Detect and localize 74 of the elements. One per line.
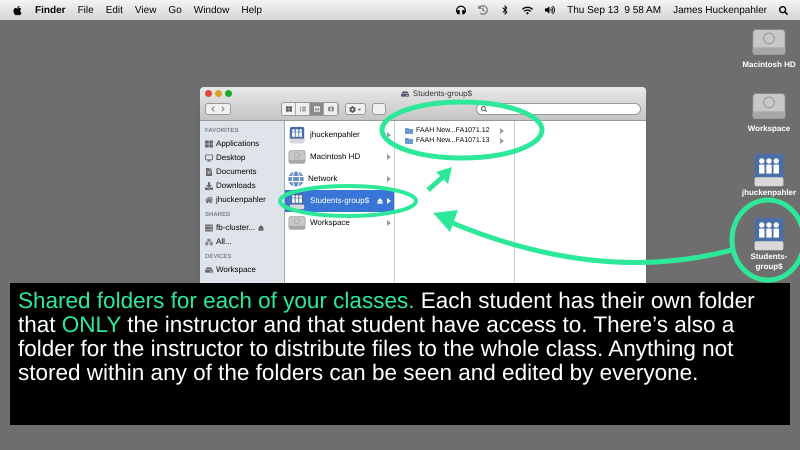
sidebar-item[interactable]: Downloads [216,180,256,192]
globe-icon [288,171,304,187]
bluetooth-icon[interactable] [500,5,510,15]
network-icon [205,238,213,246]
house-icon [205,196,213,204]
download-icon [205,182,213,190]
eject-icon[interactable] [377,198,383,204]
desktop-icon-label[interactable]: Students- group$ [750,252,788,272]
back-forward-buttons[interactable] [205,103,231,115]
menu-item[interactable]: Help [241,2,262,18]
column-item[interactable]: Workspace [285,212,394,234]
menu-item[interactable]: Edit [106,2,123,18]
headphones-icon[interactable] [456,5,466,15]
filmstrip-icon [328,106,334,112]
menu-item[interactable]: Window [194,2,230,18]
action-menu-button[interactable] [345,103,366,115]
clock-icon[interactable] [478,5,488,15]
menu-item[interactable]: File [78,2,94,18]
document-icon [205,168,213,176]
apple-icon[interactable] [12,4,23,16]
sidebar-item[interactable]: Desktop [216,152,246,164]
back-icon[interactable] [210,106,216,112]
apps-icon [205,140,213,148]
sidebar-item[interactable]: Applications [216,138,260,150]
column-item[interactable]: jhuckenpahler [285,124,394,146]
view-mode-button[interactable] [296,103,310,115]
forward-icon[interactable] [220,106,226,112]
disclosure-icon [387,132,391,138]
menu-app-name[interactable]: Finder [35,2,66,18]
hard-drive-icon [205,266,213,274]
disclosure-icon [387,176,391,182]
close-button[interactable] [205,90,212,97]
columns-icon [314,106,320,112]
wifi-icon[interactable] [522,4,534,16]
hard-drive-icon [288,148,306,166]
menu-item[interactable]: View [134,2,156,18]
column-item[interactable]: Macintosh HD [285,146,394,168]
hard-drive-icon [288,214,306,232]
menu-item[interactable]: Go [168,2,182,18]
shared-drive-icon [288,126,306,144]
window-title: Students-group$ [412,88,472,100]
list-icon [300,106,306,112]
desktop-icon-label[interactable]: jhuckenpahler [742,188,796,198]
disclosure-icon [387,154,391,160]
eject-icon[interactable] [258,225,264,231]
sidebar-item[interactable]: All... [216,236,232,248]
server-icon [205,224,213,232]
disclosure-icon [387,220,391,226]
search-icon[interactable] [779,6,788,14]
menu-user-name[interactable]: James Huckenpahler [673,2,767,18]
column-item[interactable]: Network [285,168,394,190]
caret-icon [357,106,362,112]
caption-text: Shared folders for each of your classes. Each student has their own folder that ONLY the instructor and that student have access to. There’s also a folder for the instructor to distribute files to the whole class. Anything not stored within any of the folders can be seen and edited by everyone. [18,289,756,385]
disclosure-icon [387,198,391,204]
column-item[interactable]: Students-group$ [285,190,394,212]
sidebar-item[interactable]: fb-cluster... [216,222,256,234]
desktop-icon-label[interactable]: Macintosh HD [742,60,796,70]
gear-icon [349,106,356,112]
sidebar-item[interactable]: jhuckenpahler [216,194,266,206]
folder-icon [405,127,413,135]
view-mode-button[interactable] [282,103,296,115]
grid-icon [286,106,292,112]
sidebar-item[interactable]: Documents [216,166,256,178]
view-mode-button[interactable] [310,103,324,115]
view-mode-button[interactable] [324,103,338,115]
volume-icon[interactable] [545,5,556,15]
arrow [426,167,452,192]
desktop-icon [205,154,213,162]
menu-clock[interactable]: Thu Sep 13 9 58 AM [567,2,662,18]
folder-icon [405,137,413,145]
sidebar-item[interactable]: Workspace [216,264,256,276]
desktop-icon-label[interactable]: Workspace [748,124,790,134]
search-icon [481,106,487,112]
drive-icon [400,90,409,98]
